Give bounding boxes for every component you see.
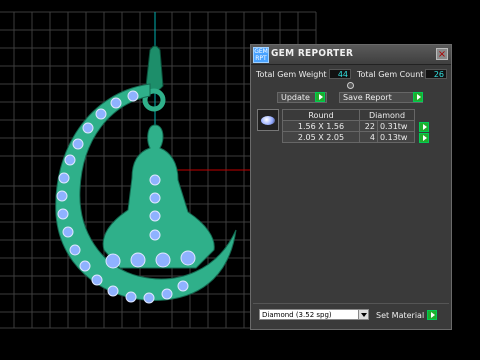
material-select[interactable]: Diamond (3.52 spg) (259, 309, 369, 320)
gem-weight: 0.13tw (376, 131, 416, 143)
total-gem-weight-label: Total Gem Weight (256, 70, 327, 79)
table-row[interactable]: 1.56 X 1.56 22 0.31tw (282, 120, 416, 132)
save-report-go-icon[interactable] (413, 92, 423, 102)
close-button[interactable]: × (436, 48, 448, 60)
header-round: Round (282, 109, 360, 121)
update-go-icon[interactable] (315, 92, 325, 102)
row-1-go-icon[interactable] (419, 122, 429, 132)
header-diamond: Diamond (359, 109, 415, 121)
panel-title: GEM REPORTER (271, 48, 354, 59)
gem-size: 2.05 X 2.05 (282, 131, 360, 143)
gem-weight: 0.31tw (376, 120, 416, 132)
round-diamond-icon (261, 116, 275, 125)
total-gem-weight-value: 44 (329, 69, 351, 79)
gem-reporter-panel: GEM RPT GEM REPORTER × Total Gem Weight … (250, 44, 452, 330)
collapse-toggle-icon[interactable] (347, 82, 354, 89)
save-report-button[interactable]: Save Report (339, 92, 423, 103)
set-material-go-icon[interactable] (427, 310, 437, 320)
total-gem-count-label: Total Gem Count (357, 70, 424, 79)
gem-table-header: Round Diamond (282, 109, 415, 121)
row-2-go-icon[interactable] (419, 133, 429, 143)
chevron-down-icon[interactable] (358, 310, 368, 319)
save-report-label: Save Report (343, 93, 392, 102)
material-select-value: Diamond (3.52 spg) (262, 311, 332, 319)
set-material-label: Set Material (376, 311, 425, 320)
gem-thumbnail[interactable] (257, 109, 279, 131)
table-row[interactable]: 2.05 X 2.05 4 0.13tw (282, 131, 416, 143)
update-label: Update (281, 93, 310, 102)
total-gem-count-value: 26 (425, 69, 447, 79)
panel-titlebar[interactable]: GEM RPT GEM REPORTER × (251, 45, 451, 65)
gem-reporter-app-icon: GEM RPT (253, 47, 269, 63)
gem-count: 4 (359, 131, 378, 143)
gem-table: Round Diamond 1.56 X 1.56 22 0.31tw 2.05… (282, 109, 416, 143)
gem-count: 22 (359, 120, 378, 132)
gem-size: 1.56 X 1.56 (282, 120, 360, 132)
pendant-model[interactable] (55, 45, 237, 304)
